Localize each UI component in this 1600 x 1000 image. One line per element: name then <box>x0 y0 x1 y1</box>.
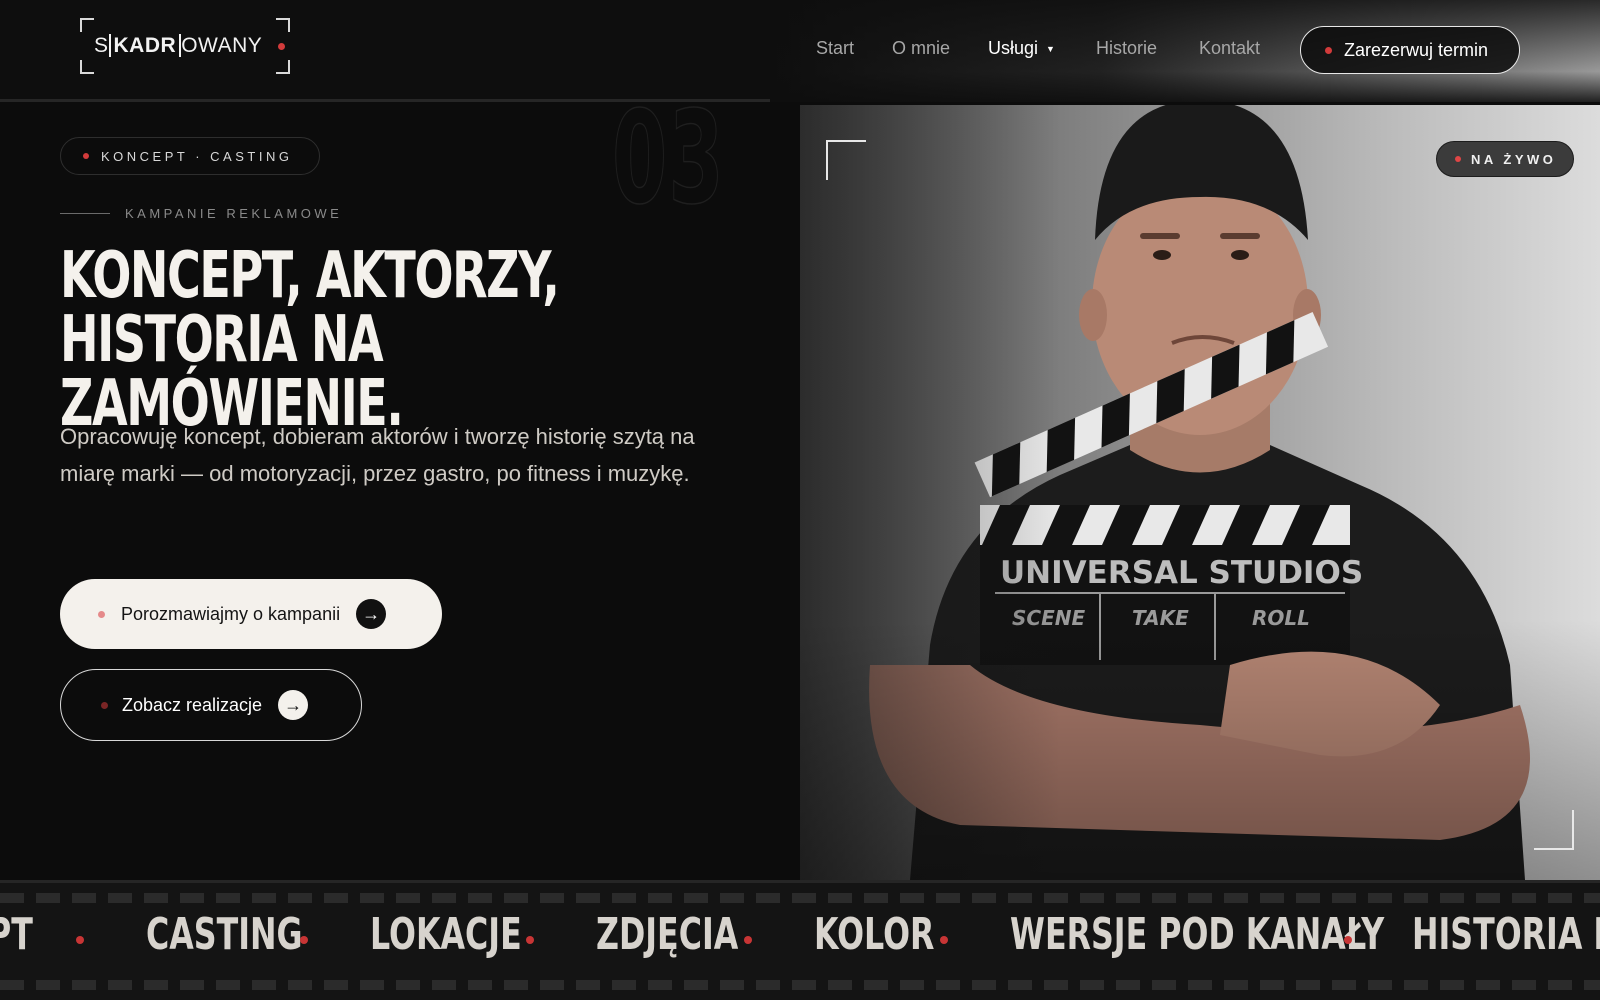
services-ticker: PT CASTING LOKACJE ZDJĘCIA KOLOR WERSJE … <box>0 880 1600 1000</box>
hero-lead: Opracowuję koncept, dobieram aktorów i t… <box>60 424 695 486</box>
talk-campaign-button[interactable]: Porozmawiajmy o kampanii → <box>60 579 442 649</box>
ticker-separator-dot <box>744 936 752 944</box>
book-date-button[interactable]: Zarezerwuj termin <box>1300 26 1520 74</box>
film-sprockets <box>0 893 1600 903</box>
ticker-item: HISTORIA MA <box>1412 909 1600 960</box>
hero-headline: KONCEPT, AKTORZY, HISTORIA NA ZAMÓWIENIE… <box>60 244 708 436</box>
hero-headline-line1: KONCEPT, AKTORZY, HISTORIA NA <box>60 239 560 377</box>
nav-link-start[interactable]: Start <box>816 38 854 64</box>
nav-link-kontakt[interactable]: Kontakt <box>1199 38 1260 64</box>
ticker-separator-dot <box>940 936 948 944</box>
photo-shade <box>800 620 1600 880</box>
viewfinder-corner-icon <box>826 140 866 180</box>
caret-down-icon: ▼ <box>1046 44 1055 55</box>
ticker-item: WERSJE POD KANAŁY <box>1010 909 1385 960</box>
record-dot-icon <box>1325 46 1332 54</box>
live-badge-label: NA ŻYWO <box>1471 151 1557 167</box>
ticker-separator-dot <box>300 936 308 944</box>
record-dot-icon <box>83 153 89 159</box>
live-badge: NA ŻYWO <box>1436 141 1574 177</box>
category-tag: KONCEPT · CASTING <box>60 137 320 175</box>
nav-link-historie[interactable]: Historie <box>1096 38 1157 64</box>
site-header: S KADR OWANY Start O mnie Usługi ▼ Historie… <box>0 0 1600 102</box>
book-date-label: Zarezerwuj termin <box>1344 39 1489 60</box>
ticker-separator-dot <box>1344 936 1352 944</box>
record-dot-icon <box>1455 156 1461 162</box>
ticker-separator-dot <box>526 936 534 944</box>
logo-frame-corner <box>276 18 290 32</box>
talk-campaign-label: Porozmawiajmy o kampanii <box>121 603 341 624</box>
hero-photo: UNIVERSAL STUDIOS SCENE TAKE ROLL NA ŻYW… <box>800 105 1600 880</box>
logo-prefix: S <box>94 34 109 57</box>
viewfinder-corner-icon <box>1534 810 1574 850</box>
logo-frame-corner <box>80 18 94 32</box>
ticker-item: ZDJĘCIA <box>596 909 739 960</box>
logo-highlight: KADR <box>108 34 182 57</box>
nav-link-o-mnie[interactable]: O mnie <box>892 38 950 64</box>
film-sprockets <box>0 980 1600 990</box>
logo-wordmark: S KADR OWANY <box>94 34 262 58</box>
eyebrow-label: KAMPANIE REKLAMOWE <box>125 206 343 221</box>
category-tag-label: KONCEPT · CASTING <box>101 148 293 164</box>
eyebrow-divider <box>60 213 110 214</box>
see-work-label: Zobacz realizacje <box>122 694 263 715</box>
see-work-button[interactable]: Zobacz realizacje → <box>60 669 362 741</box>
brand-logo[interactable]: S KADR OWANY <box>80 18 290 74</box>
record-dot-icon <box>101 701 108 709</box>
ticker-item: KOLOR <box>814 909 935 960</box>
section-number: 03 <box>612 83 725 234</box>
ticker-item: CASTING <box>146 909 303 960</box>
ticker-separator-dot <box>76 936 84 944</box>
arrow-right-icon: → <box>278 690 309 720</box>
nav-link-uslugi[interactable]: Usługi ▼ <box>988 38 1055 64</box>
ticker-item: LOKACJE <box>370 909 522 960</box>
record-dot-icon <box>98 610 105 618</box>
ticker-item: PT <box>0 909 33 960</box>
logo-suffix: OWANY <box>181 34 263 57</box>
record-dot-icon <box>278 43 285 50</box>
nav-link-uslugi-label: Usługi <box>988 38 1039 58</box>
arrow-right-icon: → <box>356 599 387 629</box>
logo-frame-corner <box>80 60 94 74</box>
logo-frame-corner <box>276 60 290 74</box>
